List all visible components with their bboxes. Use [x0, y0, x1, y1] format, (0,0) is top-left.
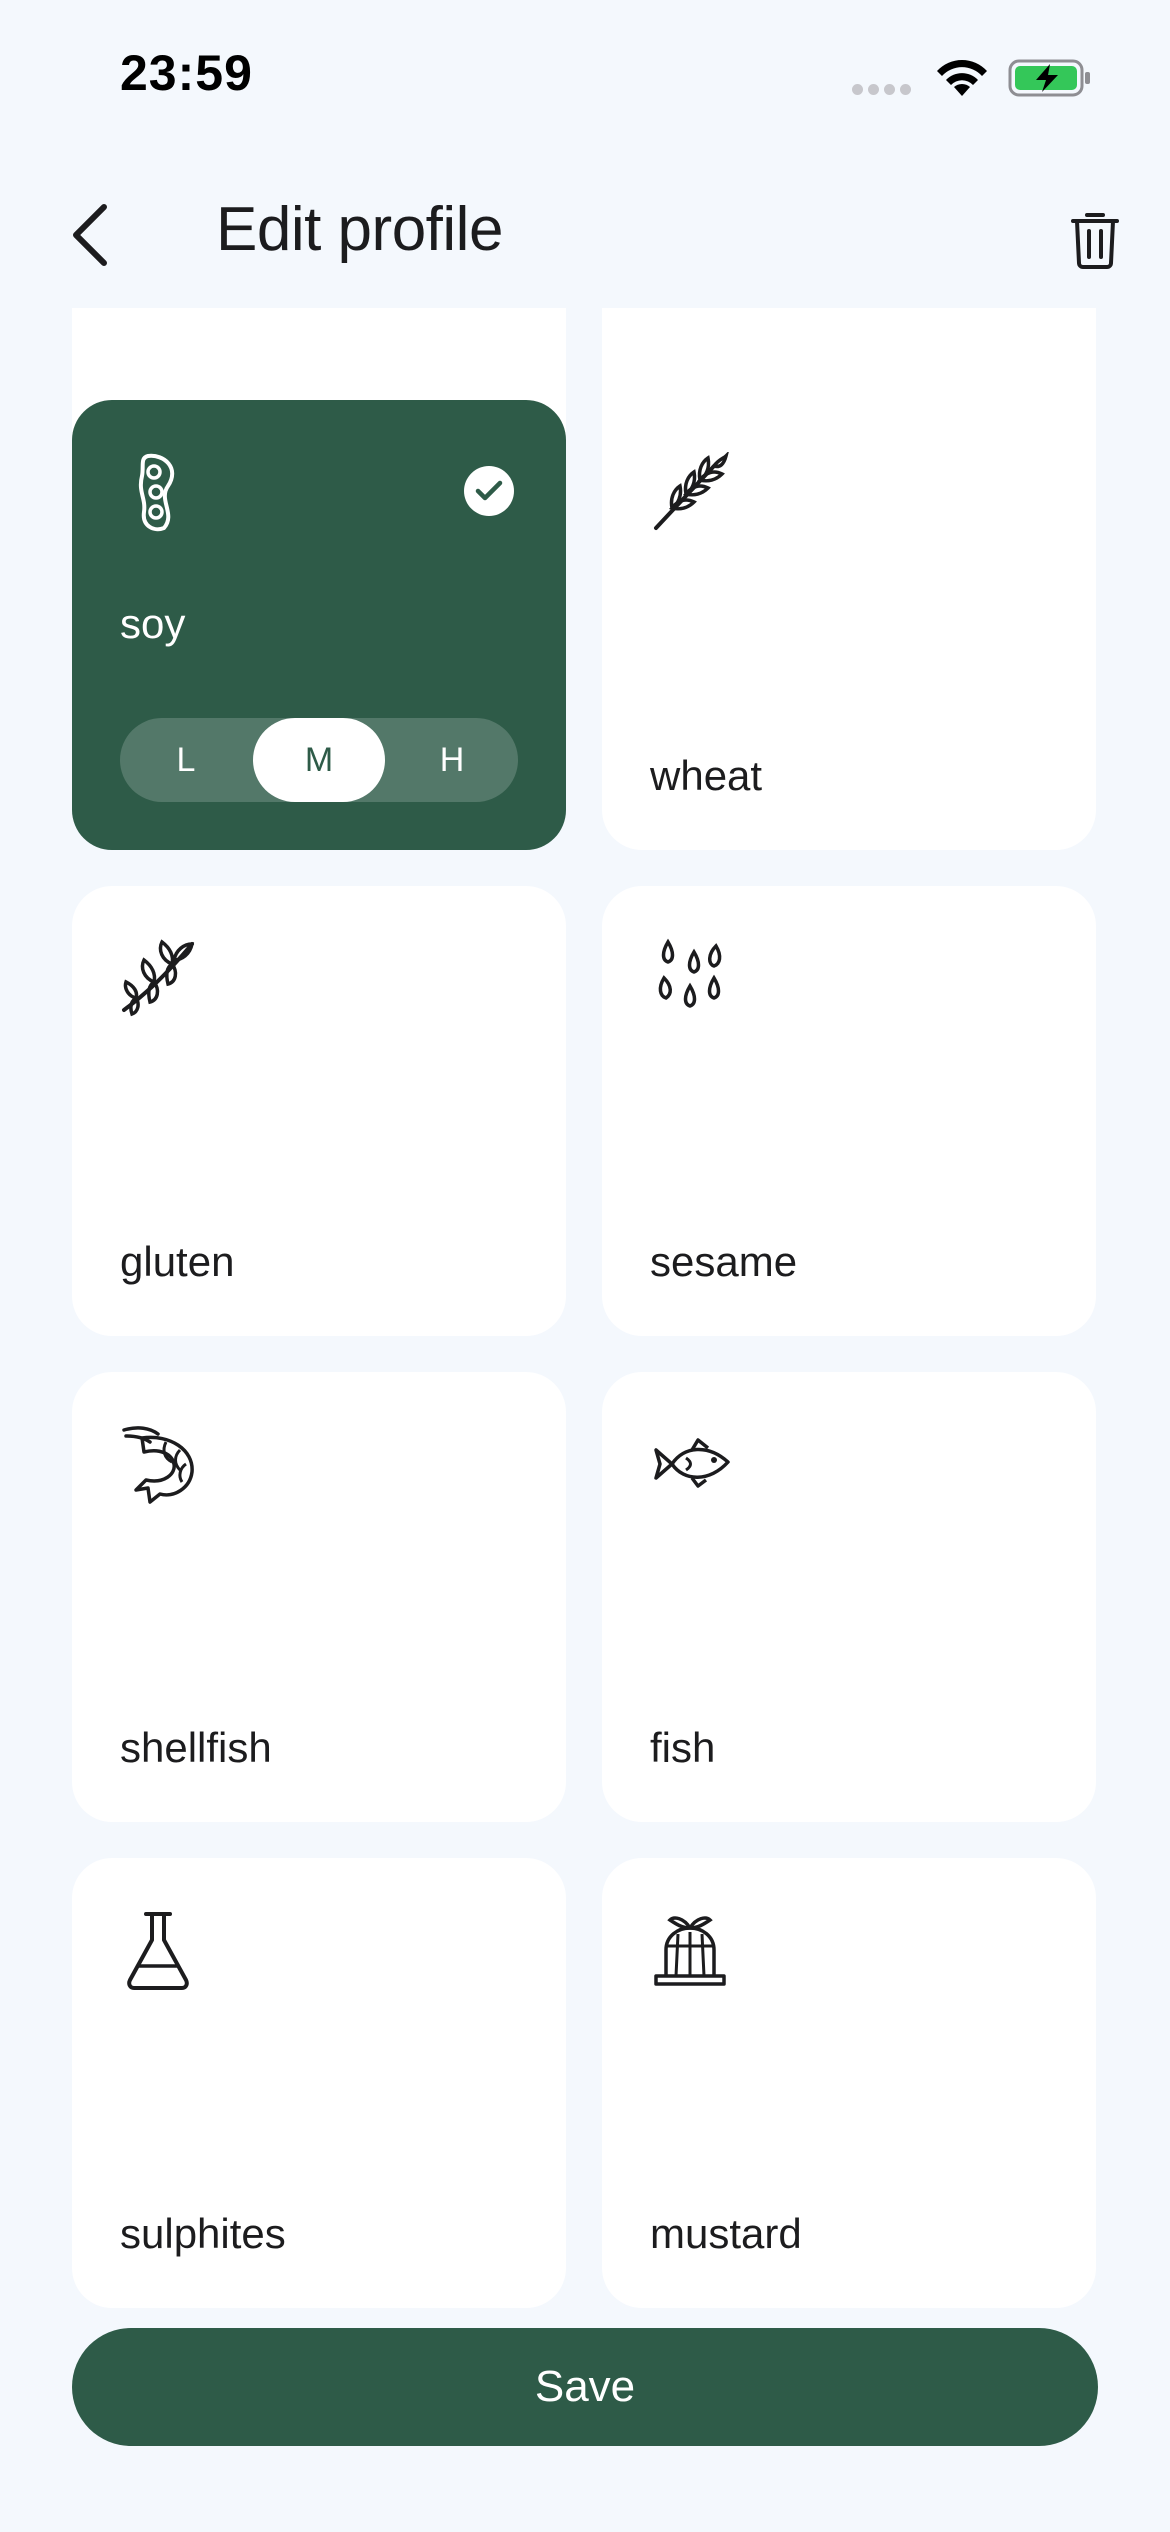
allergen-label: shellfish	[120, 1724, 272, 1771]
allergen-label: gluten	[120, 1238, 235, 1285]
trash-icon	[1071, 213, 1119, 269]
cellular-signal-icon	[852, 84, 912, 98]
allergen-card-sesame[interactable]: sesame	[602, 886, 1096, 1336]
allergen-card-wheat[interactable]: wheat	[602, 400, 1096, 850]
allergen-card-sulphites[interactable]: sulphites	[72, 1858, 566, 2308]
delete-button[interactable]	[1060, 194, 1130, 284]
allergen-card-mustard[interactable]: mustard	[602, 1858, 1096, 2308]
allergen-label: fish	[650, 1724, 716, 1771]
allergen-card-soy[interactable]: soy L M H	[72, 400, 566, 850]
allergen-label: soy	[120, 600, 186, 647]
back-button[interactable]	[50, 190, 130, 280]
home-indicator	[390, 2496, 780, 2508]
selected-check-icon	[464, 466, 514, 516]
severity-option-medium[interactable]: M	[253, 718, 385, 802]
allergen-label: sulphites	[120, 2210, 286, 2257]
allergen-card-shellfish[interactable]: shellfish	[72, 1372, 566, 1822]
allergen-grid: soy L M H wheat gluten sesame shellfish …	[0, 308, 1170, 2328]
status-bar: 23:59	[0, 0, 1170, 140]
severity-option-low[interactable]: L	[120, 718, 252, 802]
grain-icon	[122, 939, 195, 1017]
allergen-label: wheat	[650, 752, 763, 799]
header: Edit profile	[0, 160, 1170, 300]
allergen-label: mustard	[650, 2210, 802, 2257]
wheat-icon	[654, 452, 729, 530]
allergen-card-fish[interactable]: fish	[602, 1372, 1096, 1822]
battery-charging-icon	[1008, 59, 1090, 97]
save-button[interactable]: Save	[72, 2328, 1098, 2446]
page-title: Edit profile	[216, 195, 503, 264]
sesame-seeds-icon	[658, 938, 722, 1008]
screen: 23:59 Edit profile soy L M H wheat glute…	[0, 0, 1170, 2532]
wifi-icon	[937, 60, 987, 96]
flask-icon	[127, 1912, 189, 1990]
shrimp-icon	[122, 1426, 194, 1504]
status-time: 23:59	[120, 45, 253, 101]
fish-icon	[654, 1438, 730, 1488]
allergen-card-gluten[interactable]: gluten	[72, 886, 566, 1336]
severity-option-high[interactable]: H	[386, 718, 518, 802]
severity-selector: L M H	[120, 718, 518, 802]
mustard-jelly-icon	[654, 1916, 726, 1986]
soybean-icon	[138, 453, 175, 532]
allergen-label: sesame	[650, 1238, 798, 1285]
chevron-left-icon	[73, 204, 107, 266]
